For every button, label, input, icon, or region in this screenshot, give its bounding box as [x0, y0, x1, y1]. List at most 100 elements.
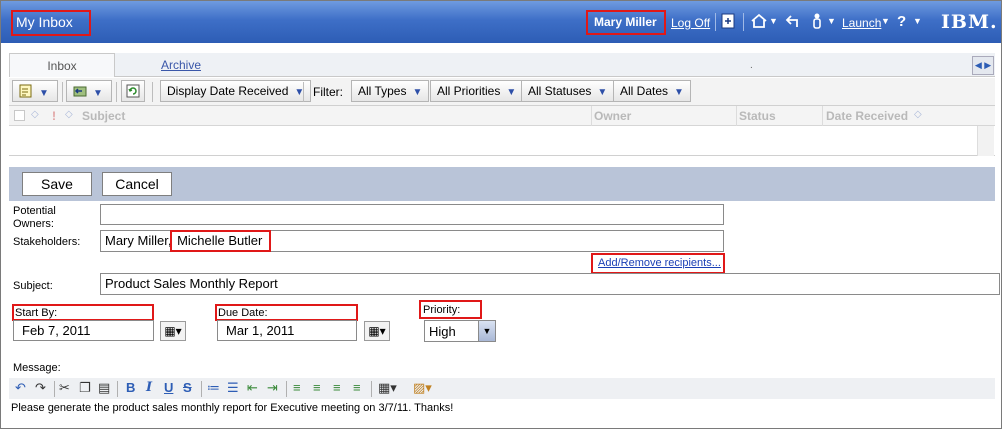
- home-icon[interactable]: [750, 13, 768, 34]
- task-grid-header: ◇ ! ◇ Subject Owner Status Date Received…: [9, 106, 995, 126]
- chevron-down-icon: ▼: [674, 87, 684, 98]
- divider: [743, 13, 744, 31]
- due-date-label: Due Date:: [218, 307, 268, 319]
- priority-icon: !: [52, 109, 56, 123]
- column-status[interactable]: Status: [739, 109, 776, 123]
- launch-link[interactable]: Launch: [842, 16, 881, 30]
- cancel-button[interactable]: Cancel: [102, 172, 172, 196]
- chevron-down-icon: ▼: [412, 87, 423, 98]
- chevron-down-icon[interactable]: ▼: [827, 16, 836, 26]
- subject-field[interactable]: Product Sales Monthly Report: [100, 273, 1000, 295]
- display-sort-select[interactable]: Display Date Received ▼: [160, 80, 312, 102]
- move-button[interactable]: ▼: [66, 80, 112, 102]
- divider: [371, 381, 372, 397]
- refresh-icon: [126, 84, 140, 98]
- filter-types-label: All Types: [358, 84, 407, 98]
- bold-icon[interactable]: B: [126, 380, 135, 396]
- column-subject[interactable]: Subject: [82, 109, 125, 123]
- help-icon[interactable]: ?: [897, 13, 906, 31]
- potential-owners-label: Potential Owners:: [13, 205, 56, 230]
- start-by-field[interactable]: Feb 7, 2011: [13, 320, 154, 341]
- filter-statuses-select[interactable]: All Statuses ▼: [521, 80, 615, 102]
- column-date-received[interactable]: Date Received: [826, 109, 908, 123]
- copy-icon[interactable]: ❐: [79, 380, 91, 396]
- align-center-icon[interactable]: ≡: [313, 380, 321, 396]
- chevron-down-icon: ▼: [597, 87, 608, 98]
- move-icon: [73, 84, 87, 98]
- add-remove-recipients-link[interactable]: Add/Remove recipients...: [598, 257, 721, 269]
- italic-icon[interactable]: I: [146, 380, 152, 396]
- justify-icon[interactable]: ≡: [353, 380, 361, 396]
- filter-priorities-select[interactable]: All Priorities ▼: [430, 80, 524, 102]
- priority-select[interactable]: High ▼: [424, 320, 496, 342]
- redo-icon[interactable]: ↷: [35, 380, 46, 396]
- filter-types-select[interactable]: All Types ▼: [351, 80, 430, 102]
- table-icon[interactable]: ▦▾: [378, 380, 397, 396]
- new-document-icon: [19, 84, 33, 98]
- column-owner[interactable]: Owner: [594, 109, 631, 123]
- ibm-logo: IBM.: [941, 11, 998, 33]
- divider: [303, 82, 304, 102]
- new-item-button[interactable]: ▼: [12, 80, 58, 102]
- due-date-field[interactable]: Mar 1, 2011: [217, 320, 357, 341]
- sort-icon[interactable]: ◇: [914, 109, 922, 120]
- message-body[interactable]: Please generate the product sales monthl…: [11, 402, 453, 414]
- inbox-toolbar: ▼ ▼ Display Date Received ▼ Filter: All T…: [9, 78, 995, 106]
- person-icon[interactable]: [812, 13, 822, 34]
- indent-icon[interactable]: ⇥: [267, 380, 278, 396]
- undo-icon[interactable]: ↶: [15, 380, 26, 396]
- task-grid-body: [9, 126, 995, 156]
- export-icon[interactable]: [721, 13, 735, 34]
- subject-label: Subject:: [13, 280, 53, 292]
- tab-scroll-arrows[interactable]: ◀ ▶: [972, 56, 994, 75]
- chevron-down-icon[interactable]: ▼: [769, 16, 778, 26]
- save-button[interactable]: Save: [22, 172, 92, 196]
- outdent-icon[interactable]: ⇤: [247, 380, 258, 396]
- image-icon[interactable]: ▨▾: [413, 380, 432, 396]
- message-label: Message:: [13, 362, 61, 374]
- numbered-list-icon[interactable]: ≔: [207, 380, 220, 396]
- cut-icon[interactable]: ✂: [59, 380, 70, 396]
- sort-icon[interactable]: ◇: [65, 109, 73, 120]
- top-banner: My Inbox Mary Miller Log Off ▼ ▼ Launch …: [1, 1, 1001, 43]
- filter-dates-select[interactable]: All Dates ▼: [613, 80, 691, 102]
- grid-scrollbar[interactable]: [977, 126, 994, 156]
- back-icon[interactable]: [785, 13, 801, 34]
- priority-value: High: [429, 324, 456, 339]
- stakeholder-highlight: [170, 230, 271, 252]
- potential-owners-field[interactable]: [100, 204, 724, 225]
- tab-inbox[interactable]: Inbox: [9, 53, 115, 77]
- tab-bar: Inbox Archive: [9, 53, 995, 77]
- tab-archive[interactable]: Archive: [127, 53, 235, 77]
- chevron-down-icon[interactable]: ▼: [881, 16, 890, 26]
- calendar-icon[interactable]: ▦▾: [160, 321, 186, 341]
- chevron-down-icon[interactable]: ▼: [913, 16, 922, 26]
- sort-icon[interactable]: ◇: [31, 109, 39, 120]
- divider: [591, 106, 592, 126]
- divider: [201, 381, 202, 397]
- chevron-down-icon: ▼: [478, 321, 495, 341]
- filter-label: Filter:: [313, 85, 343, 99]
- divider: [54, 381, 55, 397]
- underline-icon[interactable]: U: [164, 380, 173, 396]
- paste-icon[interactable]: ▤: [98, 380, 110, 396]
- strikethrough-icon[interactable]: S: [183, 380, 192, 396]
- divider: [286, 381, 287, 397]
- select-all-checkbox[interactable]: [14, 110, 25, 121]
- align-left-icon[interactable]: ≡: [293, 380, 301, 396]
- tab-indicator: .: [750, 60, 753, 71]
- calendar-icon[interactable]: ▦▾: [364, 321, 390, 341]
- filter-priorities-label: All Priorities: [437, 84, 501, 98]
- user-name: Mary Miller: [594, 15, 657, 29]
- divider: [152, 82, 153, 102]
- filter-dates-label: All Dates: [620, 84, 669, 98]
- logoff-link[interactable]: Log Off: [671, 16, 710, 30]
- refresh-button[interactable]: [121, 80, 145, 102]
- divider: [736, 106, 737, 126]
- bullet-list-icon[interactable]: ☰: [227, 380, 239, 396]
- priority-label: Priority:: [423, 304, 461, 316]
- page-title: My Inbox: [16, 14, 73, 30]
- divider: [822, 106, 823, 126]
- app-window: My Inbox Mary Miller Log Off ▼ ▼ Launch …: [0, 0, 1002, 429]
- align-right-icon[interactable]: ≡: [333, 380, 341, 396]
